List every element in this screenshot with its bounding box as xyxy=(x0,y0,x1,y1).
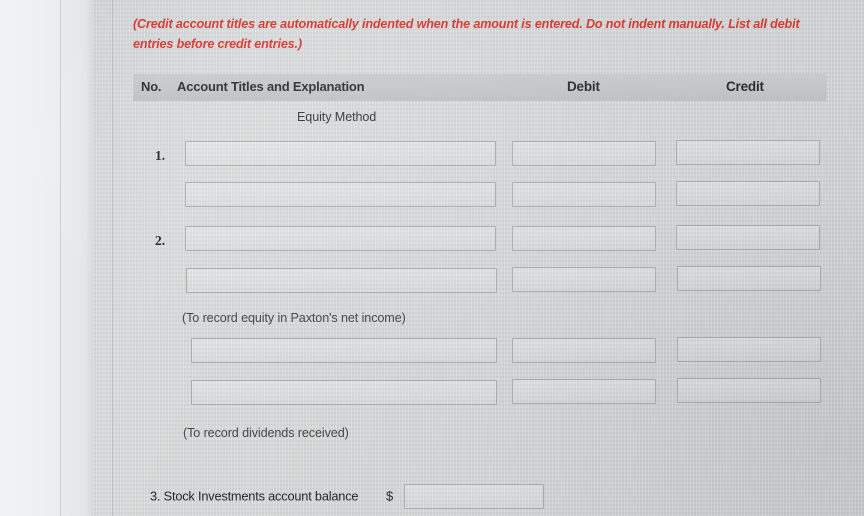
screenshot-root: (Credit account titles are automatically… xyxy=(0,0,864,516)
column-header-account: Account Titles and Explanation xyxy=(177,79,365,94)
credit-input-row-5[interactable] xyxy=(677,337,821,362)
page-edge-line xyxy=(112,0,113,516)
debit-input-row-4[interactable] xyxy=(512,267,656,292)
journal-table-header: No. Account Titles and Explanation Debit… xyxy=(133,74,826,101)
credit-input-row-3[interactable] xyxy=(676,225,820,250)
column-header-debit: Debit xyxy=(567,79,600,94)
credit-input-row-4[interactable] xyxy=(677,266,821,291)
column-header-no: No. xyxy=(141,79,162,94)
account-input-row-6[interactable] xyxy=(191,380,497,405)
page-left-margin xyxy=(0,0,93,516)
credit-input-row-1[interactable] xyxy=(676,140,820,165)
debit-input-row-1[interactable] xyxy=(512,141,656,166)
memo-line-2: (To record dividends received) xyxy=(183,426,349,440)
debit-input-row-2[interactable] xyxy=(512,182,656,207)
debit-input-row-3[interactable] xyxy=(512,226,656,251)
debit-input-row-6[interactable] xyxy=(512,379,656,404)
row-number-2: 2. xyxy=(155,233,166,248)
table-subcaption: Equity Method xyxy=(297,110,377,124)
row-number-1: 1. xyxy=(155,148,166,163)
credit-input-row-2[interactable] xyxy=(676,181,820,206)
column-header-credit: Credit xyxy=(726,79,764,94)
currency-symbol: $ xyxy=(386,488,394,504)
account-input-row-3[interactable] xyxy=(185,226,496,251)
stock-investments-balance-input[interactable] xyxy=(404,484,544,509)
debit-input-row-5[interactable] xyxy=(512,338,656,363)
stock-investments-balance-label: 3. Stock Investments account balance xyxy=(150,488,359,504)
memo-line-1: (To record equity in Paxton's net income… xyxy=(182,311,406,325)
account-input-row-1[interactable] xyxy=(185,141,496,166)
account-input-row-5[interactable] xyxy=(191,338,497,363)
credit-input-row-6[interactable] xyxy=(677,378,821,403)
account-input-row-4[interactable] xyxy=(186,268,497,293)
account-input-row-2[interactable] xyxy=(185,182,496,207)
page-margin-fold-line xyxy=(60,0,61,516)
instruction-note: (Credit account titles are automatically… xyxy=(133,17,800,51)
